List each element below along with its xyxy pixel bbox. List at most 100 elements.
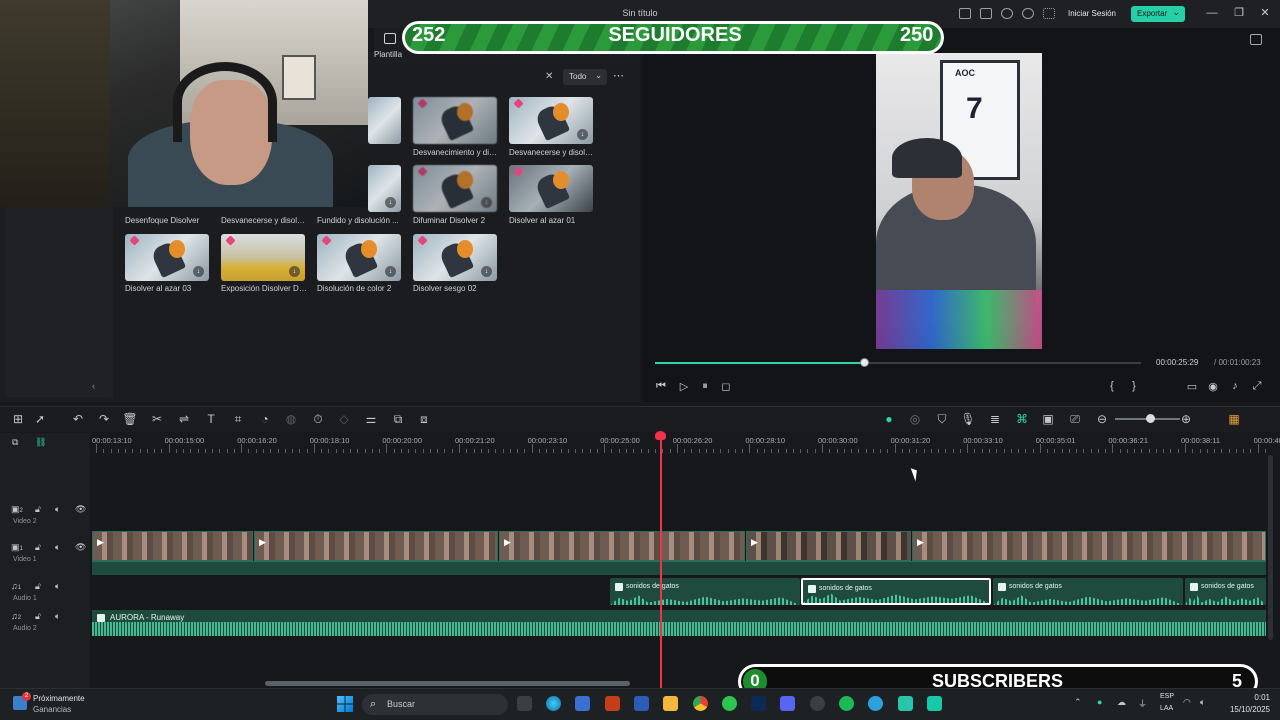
render-icon[interactable]: ● [881, 411, 897, 427]
taskbar-search[interactable] [362, 694, 508, 715]
transition-thumb[interactable]: ↓ [317, 234, 401, 281]
snap-icon[interactable]: ⌘ [1014, 411, 1030, 427]
audio-clip[interactable]: sonidos de gatos [993, 578, 1183, 605]
layout-grid-icon[interactable]: ⊞ [10, 411, 26, 427]
mark-in-icon[interactable]: { [1105, 380, 1119, 392]
vertical-scrollbar[interactable] [1268, 455, 1273, 640]
notes-icon[interactable] [898, 696, 913, 711]
transition-thumb[interactable]: ↓ [413, 234, 497, 281]
apps-grid-icon[interactable] [1043, 8, 1055, 19]
mark-out-icon[interactable]: } [1127, 380, 1141, 392]
link-icon[interactable]: ⛓ [35, 437, 46, 448]
filmora-icon[interactable] [927, 696, 942, 711]
news-subline[interactable]: Ganancias [33, 705, 71, 714]
layout-icon[interactable] [959, 8, 971, 19]
telegram-icon[interactable] [868, 696, 883, 711]
fullscreen-icon[interactable]: ⤢ [1250, 380, 1264, 393]
audio-clip[interactable]: sonidos de gatos [1185, 578, 1266, 605]
transition-thumb[interactable]: ↓ [368, 165, 401, 212]
text-icon[interactable]: T [203, 411, 219, 427]
clock-date[interactable]: 15/10/2025 [1222, 705, 1270, 714]
transition-thumb[interactable] [413, 97, 497, 144]
eye-icon[interactable]: 👁︎ [75, 542, 86, 553]
playhead-handle[interactable] [655, 431, 666, 440]
display-icon[interactable]: ▭ [1185, 380, 1199, 393]
download-icon[interactable]: ↓ [385, 266, 396, 277]
maximize-icon[interactable]: ❐ [1232, 6, 1246, 20]
prev-frame-icon[interactable]: ⏮ [654, 380, 668, 393]
group-icon[interactable]: ⧉ [390, 411, 406, 427]
collapse-panel-icon[interactable]: ‹ [92, 381, 95, 391]
transition-thumb[interactable]: ↓ [413, 165, 497, 212]
news-headline[interactable]: Próximamente [33, 694, 85, 703]
timer-icon[interactable]: ⏱ [310, 411, 326, 427]
audio-clip-selected[interactable]: sonidos de gatos [801, 578, 991, 605]
play-icon[interactable]: ▷ [677, 380, 691, 393]
close-icon[interactable]: ✕ [1258, 6, 1272, 20]
download-icon[interactable]: ↓ [481, 266, 492, 277]
subtitle-icon[interactable]: ⎚ [1067, 411, 1083, 427]
transition-thumb[interactable]: ↓ [221, 234, 305, 281]
obs-icon[interactable] [810, 696, 825, 711]
speed-icon[interactable]: ◔ [257, 411, 273, 427]
transition-thumb[interactable]: ↓ [509, 97, 593, 144]
stop-icon[interactable]: ◻ [719, 380, 733, 393]
export-button[interactable]: Exportar [1131, 4, 1185, 22]
task-view-icon[interactable] [517, 696, 532, 711]
signin-button[interactable]: Iniciar Sesión [1063, 7, 1121, 21]
lock-icon[interactable]: 🔓︎ [35, 504, 41, 515]
microphone-icon[interactable]: 🎙 [960, 411, 976, 427]
zoom-slider-handle[interactable] [1146, 414, 1155, 423]
playhead[interactable] [660, 433, 662, 688]
horizontal-scrollbar[interactable] [265, 681, 630, 686]
snapshot-icon[interactable] [1250, 34, 1262, 45]
speaker-icon[interactable]: 🔈︎ [55, 542, 60, 553]
word-icon[interactable] [634, 696, 649, 711]
delete-icon[interactable]: 🗑 [122, 411, 138, 427]
powerpoint-icon[interactable] [605, 696, 620, 711]
eye-icon[interactable]: 👁︎ [75, 504, 86, 515]
spotify-icon[interactable] [839, 696, 854, 711]
cloud-icon[interactable] [1001, 8, 1013, 19]
onedrive-icon[interactable]: ☁ [1117, 697, 1126, 708]
save-icon[interactable] [980, 8, 992, 19]
transition-thumb[interactable] [509, 165, 593, 212]
video-clip[interactable] [499, 531, 745, 561]
pause-icon[interactable]: ⏸ [698, 380, 712, 393]
lock-icon[interactable]: 🔓︎ [35, 611, 41, 622]
ai-icon[interactable]: ◎ [907, 411, 923, 427]
split-icon[interactable]: ✂ [149, 411, 165, 427]
transition-thumb[interactable] [368, 97, 401, 144]
chrome-icon[interactable] [693, 696, 708, 711]
video-clip[interactable] [254, 531, 498, 561]
audio-mix-icon[interactable]: ≣ [987, 411, 1003, 427]
track-settings-icon[interactable]: ▦ [1226, 411, 1242, 427]
tray-app-icon[interactable]: ● [1097, 697, 1102, 707]
undo-icon[interactable]: ↶ [70, 411, 86, 427]
clock-time[interactable]: 0:01 [1228, 693, 1270, 702]
add-track-icon[interactable]: ⧉ [12, 437, 18, 448]
store-icon[interactable] [575, 696, 590, 711]
video-clip[interactable] [912, 531, 1266, 561]
volume-tray-icon[interactable]: 🔈︎ [1200, 697, 1205, 708]
color-icon[interactable]: ◍ [283, 411, 299, 427]
download-icon[interactable]: ↓ [193, 266, 204, 277]
whatsapp-icon[interactable] [722, 696, 737, 711]
video-clip[interactable] [92, 531, 253, 561]
speaker-icon[interactable]: 🔈︎ [55, 581, 60, 592]
more-options-icon[interactable]: ⋯ [613, 69, 624, 82]
keyboard-layout-indicator[interactable]: LAA [1160, 705, 1173, 712]
language-indicator[interactable]: ESP [1160, 693, 1174, 700]
volume-icon[interactable]: ♪ [1228, 380, 1242, 392]
minimize-icon[interactable]: — [1205, 6, 1219, 20]
lock-icon[interactable]: 🔓︎ [35, 581, 41, 592]
camera-icon[interactable]: ◉ [1206, 380, 1220, 393]
speaker-icon[interactable]: 🔈︎ [55, 611, 60, 622]
tray-chevron-icon[interactable]: ⌃ [1074, 697, 1082, 708]
lock-icon[interactable]: 🔓︎ [35, 542, 41, 553]
filter-dropdown[interactable]: Todo ⌄ [563, 69, 607, 85]
audio-split-icon[interactable]: ⇌ [176, 411, 192, 427]
support-icon[interactable] [1022, 8, 1034, 19]
detach-icon[interactable]: ⧈ [416, 411, 432, 427]
audio-clip[interactable]: sonidos de gatos [610, 578, 800, 605]
